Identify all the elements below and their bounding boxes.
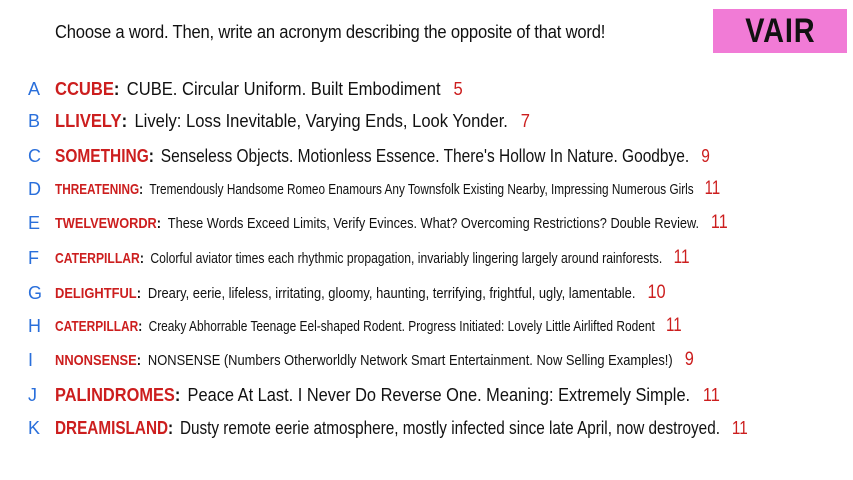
entry-word: CCUBE: [55, 78, 114, 99]
entry-acronym: Lively: Loss Inevitable, Varying Ends, L…: [134, 110, 508, 131]
entry-word: LLIVELY: [55, 110, 122, 131]
entry-letter: K: [28, 417, 41, 438]
entry-score: 11: [665, 315, 682, 336]
entry-letter: I: [28, 349, 34, 370]
entry-score: 7: [520, 110, 531, 131]
entry-word: PALINDROMES: [55, 384, 175, 405]
entry-acronym: Peace At Last. I Never Do Reverse One. M…: [187, 384, 691, 405]
entry-acronym: Colorful aviator times each rhythmic pro…: [150, 250, 663, 267]
entry-score: 5: [453, 78, 463, 99]
model-badge: VAIR: [713, 9, 847, 53]
entry-score: 9: [701, 145, 710, 166]
entry-word: CATERPILLAR: [55, 318, 139, 335]
entry-letter: A: [28, 78, 41, 99]
entry-acronym: CUBE. Circular Uniform. Built Embodiment: [126, 78, 441, 99]
entry-score: 11: [673, 247, 690, 268]
entry-word: SOMETHING: [55, 145, 149, 166]
entry-acronym: Creaky Abhorrable Teenage Eel-shaped Rod…: [148, 318, 655, 335]
prompt-text: Choose a word. Then, write an acronym de…: [55, 22, 606, 42]
entry-score: 9: [684, 349, 694, 370]
entry-word: DELIGHTFUL: [55, 285, 137, 302]
entry-word: TWELVEWORDR: [55, 215, 157, 232]
entry-score: 11: [731, 417, 748, 438]
entry-letter: J: [28, 384, 37, 405]
entry-score: 11: [702, 384, 720, 405]
entry-letter: B: [28, 110, 41, 131]
entry-letter: F: [28, 247, 39, 268]
entry-acronym: These Words Exceed Limits, Verify Evince…: [167, 215, 700, 232]
entry-letter: D: [28, 178, 41, 199]
entry-acronym: Dusty remote eerie atmosphere, mostly in…: [179, 417, 720, 438]
entry-word: CATERPILLAR: [55, 250, 140, 267]
entry-acronym: Dreary, eerie, lifeless, irritating, glo…: [147, 285, 636, 302]
entry-word: THREATENING: [55, 181, 140, 198]
entry-acronym: Senseless Objects. Motionless Essence. T…: [160, 145, 690, 166]
entry-score: 10: [647, 282, 666, 303]
entry-letter: G: [28, 282, 43, 303]
entry-letter: E: [28, 212, 41, 233]
entry-letter: C: [28, 145, 41, 166]
entry-score: 11: [710, 212, 728, 233]
entry-word: NNONSENSE: [55, 352, 137, 369]
entry-word: DREAMISLAND: [55, 417, 169, 438]
entry-letter: H: [28, 315, 41, 336]
entry-acronym: NONSENSE (Numbers Otherworldly Network S…: [147, 352, 673, 369]
model-badge-label: VAIR: [744, 11, 816, 50]
entry-acronym: Tremendously Handsome Romeo Enamours Any…: [149, 181, 694, 198]
entry-score: 11: [704, 178, 721, 199]
